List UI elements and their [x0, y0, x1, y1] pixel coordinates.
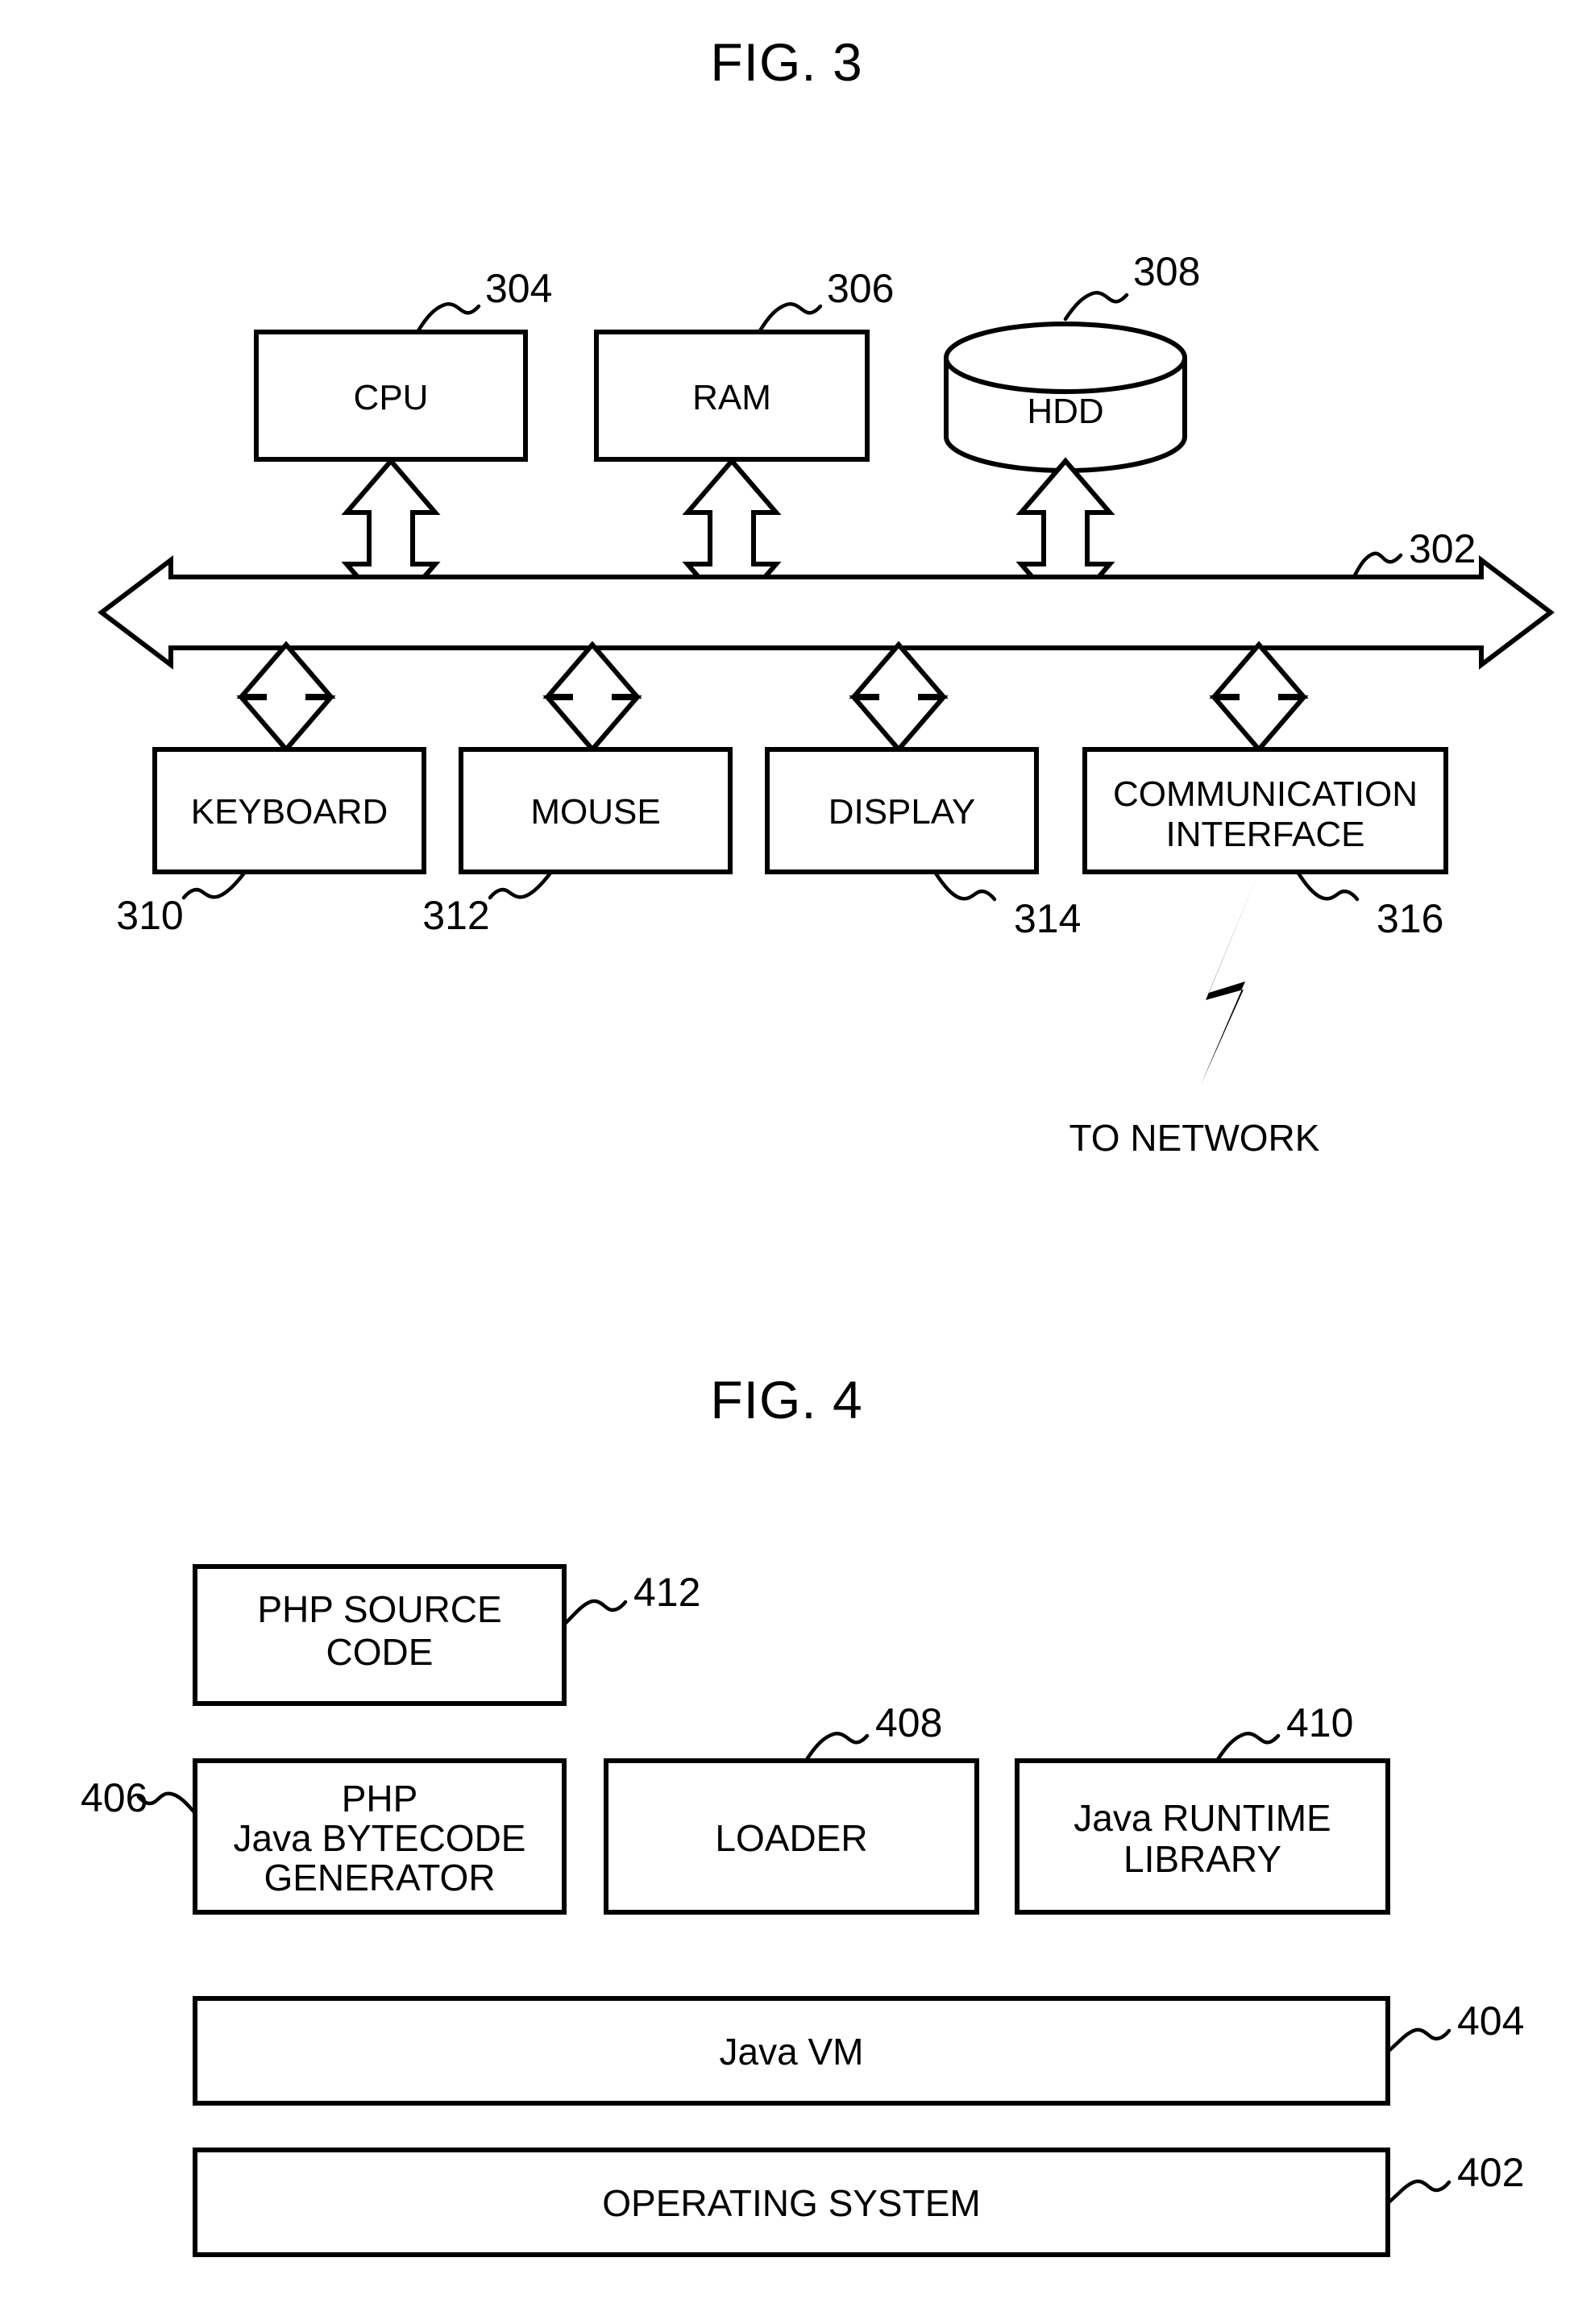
- php-source-code-ref-leader: [562, 1599, 628, 1627]
- display-label: DISPLAY: [829, 792, 976, 832]
- mouse-label: MOUSE: [530, 792, 660, 832]
- cpu-label: CPU: [354, 378, 429, 417]
- display-bus-arrow: [849, 641, 949, 753]
- keyboard-ref-leader: [181, 869, 247, 900]
- php-source-code-label-line1: PHP SOURCE: [257, 1588, 501, 1630]
- communication-interface-ref-leader: [1295, 869, 1360, 902]
- keyboard-ref-number: 310: [116, 893, 183, 938]
- fig3-title: FIG. 3: [710, 32, 862, 92]
- display-ref-leader: [932, 869, 997, 902]
- java-runtime-library-label-line1: Java RUNTIME: [1074, 1797, 1331, 1839]
- patent-figure-page: FIG. 3 CPU 304 RAM 306 HDD 308 302 KEYBO…: [0, 0, 1574, 2324]
- ram-label: RAM: [692, 378, 771, 417]
- bytecode-generator-label-line1: PHP: [342, 1778, 418, 1820]
- java-runtime-library-label-line2: LIBRARY: [1123, 1838, 1281, 1880]
- ram-ref-leader: [757, 302, 823, 334]
- java-vm-label: Java VM: [720, 2031, 864, 2073]
- fig4-title: FIG. 4: [710, 1370, 862, 1430]
- hdd-ref-number: 308: [1133, 249, 1200, 294]
- ram-ref-number: 306: [827, 266, 894, 311]
- hdd-label: HDD: [1027, 392, 1103, 431]
- java-runtime-library-ref-number: 410: [1286, 1700, 1353, 1745]
- mouse-ref-leader: [488, 869, 554, 900]
- loader-ref-number: 408: [875, 1700, 942, 1745]
- system-bus: [98, 554, 1555, 670]
- java-vm-ref-number: 404: [1457, 1998, 1524, 2044]
- network-lightning-icon: [1201, 872, 1259, 1085]
- operating-system-label: OPERATING SYSTEM: [602, 2182, 980, 2224]
- bus-ref-leader: [1352, 551, 1403, 579]
- php-source-code-label-line2: CODE: [326, 1631, 434, 1673]
- java-vm-ref-leader: [1385, 2027, 1451, 2054]
- cpu-ref-leader: [415, 302, 481, 334]
- display-ref-number: 314: [1014, 896, 1081, 941]
- operating-system-ref-number: 402: [1457, 2150, 1524, 2195]
- bytecode-generator-label-line3: GENERATOR: [264, 1857, 495, 1899]
- communication-interface-bus-arrow: [1209, 641, 1309, 753]
- mouse-ref-number: 312: [422, 893, 489, 938]
- bus-ref-number: 302: [1409, 526, 1476, 571]
- bytecode-generator-ref-number: 406: [81, 1775, 147, 1820]
- hdd-ref-leader: [1063, 291, 1129, 322]
- to-network-label: TO NETWORK: [1069, 1117, 1320, 1159]
- communication-interface-label-line2: INTERFACE: [1166, 815, 1365, 854]
- communication-interface-label-line1: COMMUNICATION: [1113, 774, 1418, 814]
- loader-ref-leader: [804, 1732, 870, 1763]
- communication-interface-ref-number: 316: [1377, 896, 1443, 941]
- cpu-ref-number: 304: [485, 266, 552, 311]
- loader-label: LOADER: [715, 1817, 867, 1859]
- java-runtime-library-ref-leader: [1215, 1732, 1281, 1763]
- operating-system-ref-leader: [1385, 2179, 1451, 2206]
- bytecode-generator-label-line2: Java BYTECODE: [234, 1817, 526, 1859]
- php-source-code-ref-number: 412: [633, 1570, 700, 1615]
- mouse-bus-arrow: [542, 641, 642, 753]
- keyboard-bus-arrow: [236, 641, 336, 753]
- keyboard-label: KEYBOARD: [191, 792, 388, 832]
